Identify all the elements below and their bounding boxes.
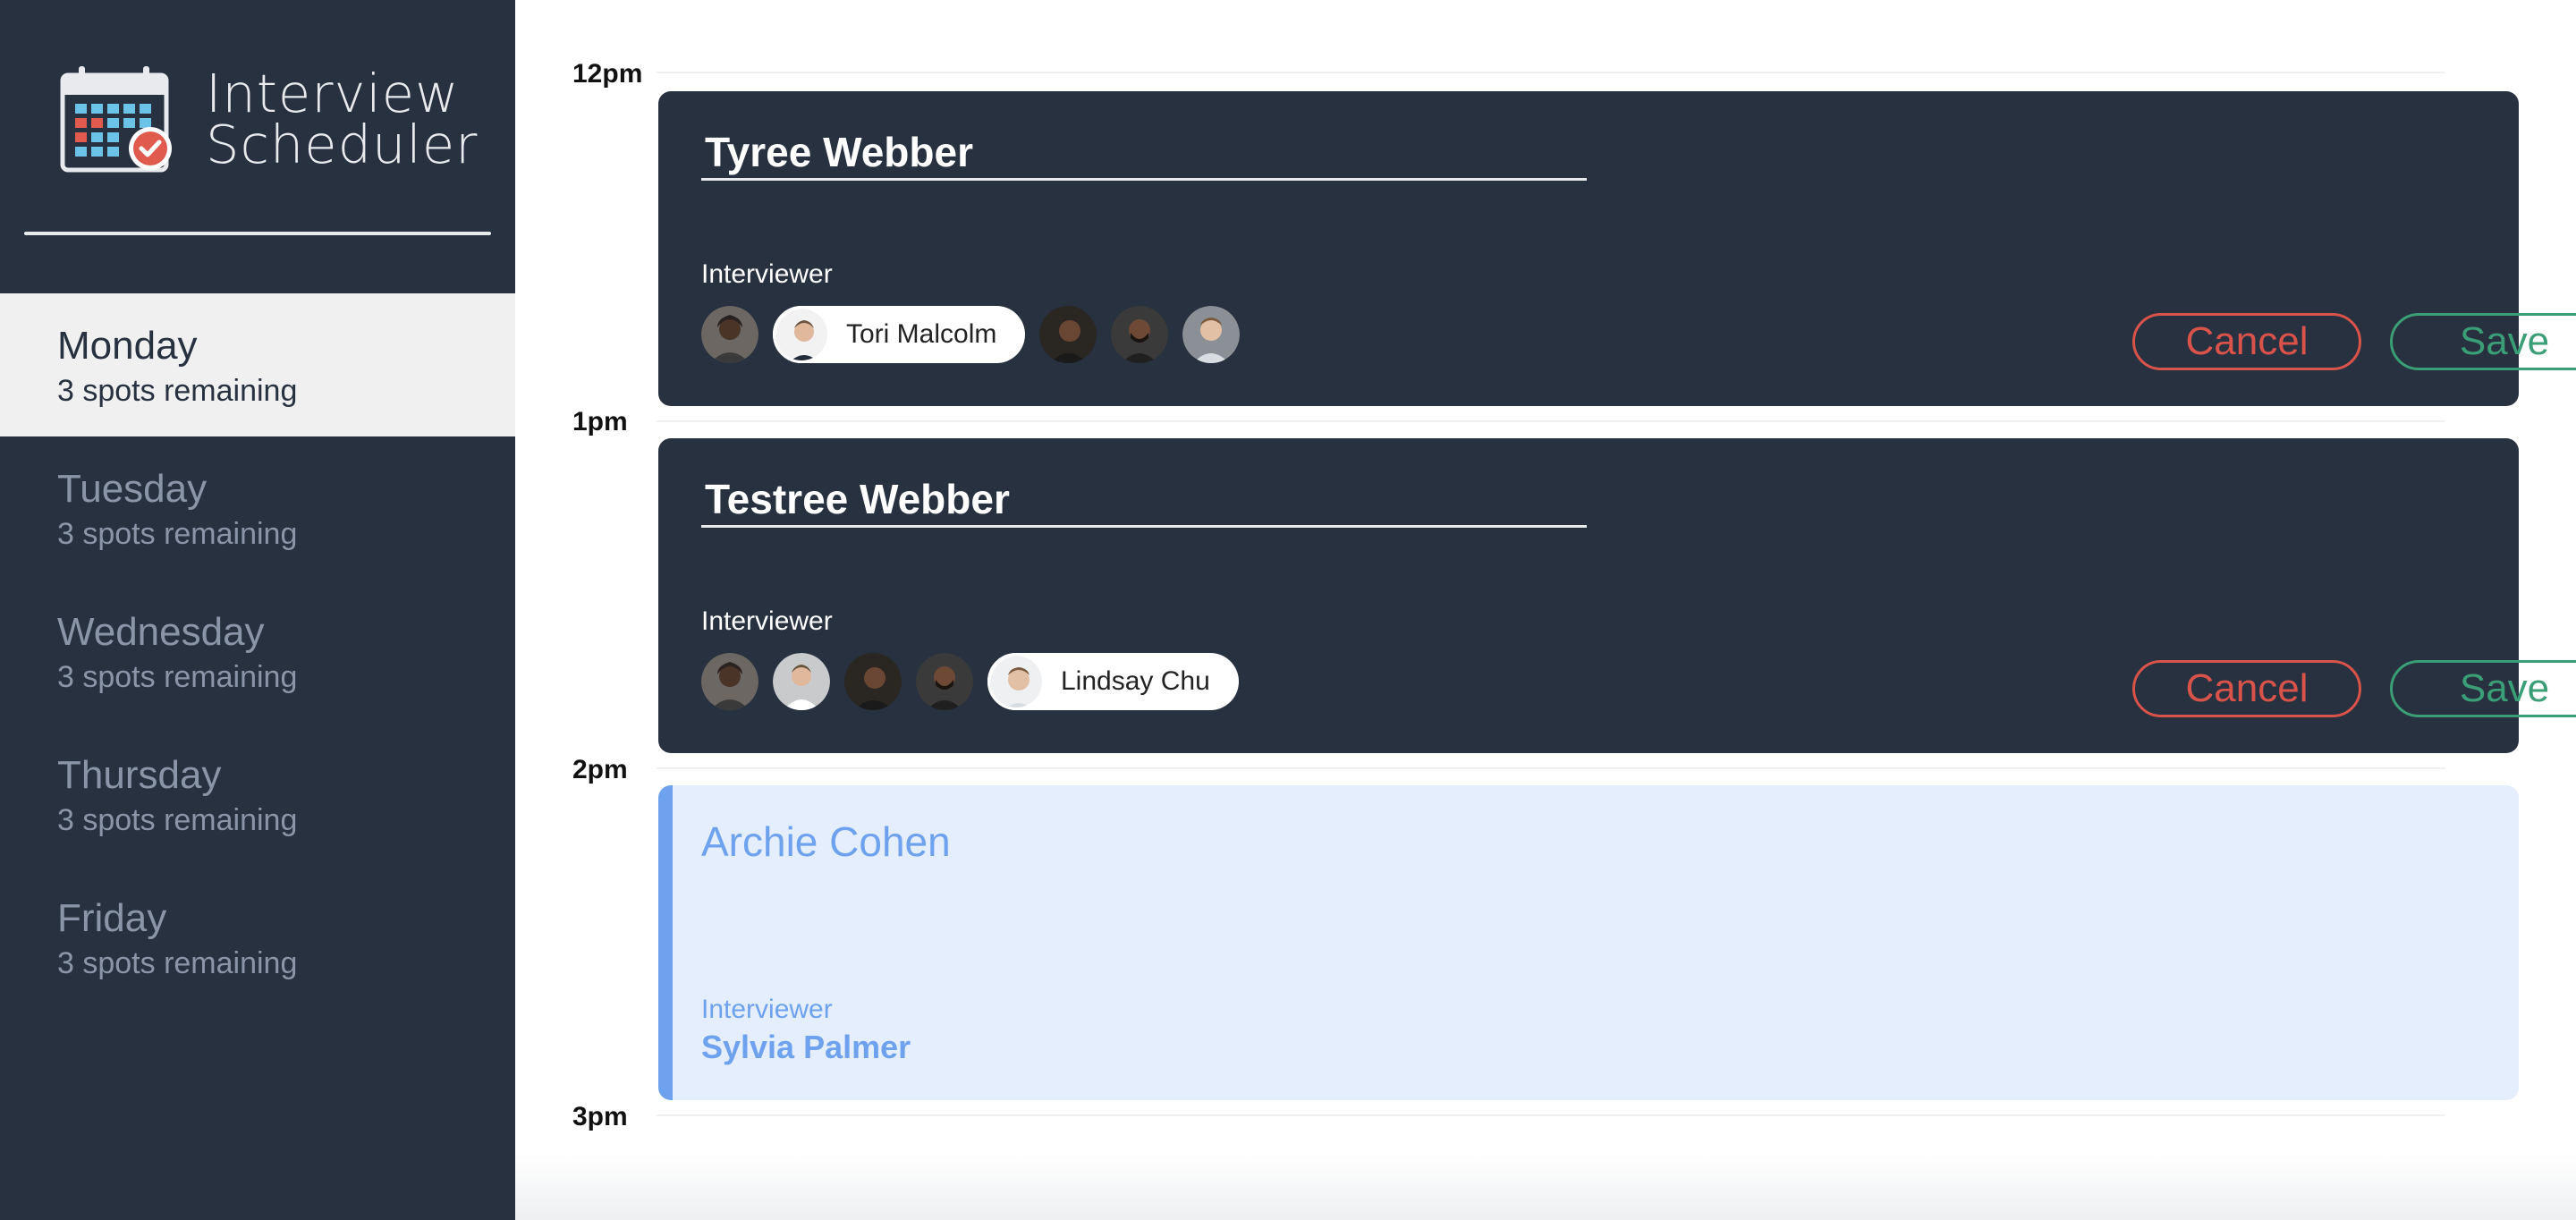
brand: Interview Scheduler <box>59 64 478 174</box>
interviewer-avatar[interactable] <box>916 653 973 710</box>
appointment-form-1: Interviewer Tori Malcolm Cancel Save <box>658 91 2576 406</box>
interviewer-label: Interviewer <box>701 995 833 1024</box>
interviewer-avatar <box>773 306 830 363</box>
booked-appointment[interactable]: Archie Cohen Interviewer Sylvia Palmer <box>658 785 2519 1100</box>
selected-interviewer[interactable]: Tori Malcolm <box>773 306 1026 363</box>
interviewer-list: Lindsay Chu <box>701 653 1253 710</box>
time-label-3pm: 3pm <box>572 1102 628 1131</box>
day-item-wednesday[interactable]: Wednesday 3 spots remaining <box>0 580 515 723</box>
hour-divider <box>657 420 2445 422</box>
day-spots: 3 spots remaining <box>57 517 298 551</box>
interviewer-list: Tori Malcolm <box>701 306 1254 363</box>
interviewer-avatar[interactable] <box>773 653 830 710</box>
save-button[interactable]: Save <box>2390 660 2576 717</box>
time-label-12pm: 12pm <box>572 59 643 89</box>
sidebar-divider <box>24 232 491 235</box>
student-name-input[interactable] <box>701 129 1587 181</box>
time-label-2pm: 2pm <box>572 755 628 784</box>
app-title-line1: Interview <box>206 63 460 124</box>
interviewer-avatar[interactable] <box>1111 306 1169 363</box>
interviewer-avatar <box>987 653 1045 710</box>
day-name: Monday <box>57 324 198 368</box>
day-name: Tuesday <box>57 467 208 511</box>
day-item-friday[interactable]: Friday 3 spots remaining <box>0 866 515 1009</box>
save-button[interactable]: Save <box>2390 313 2576 370</box>
student-name-input[interactable] <box>701 476 1587 528</box>
day-spots: 3 spots remaining <box>57 946 298 980</box>
hour-divider <box>657 1114 2445 1116</box>
cancel-button[interactable]: Cancel <box>2132 660 2361 717</box>
day-name: Wednesday <box>57 610 265 654</box>
time-label-1pm: 1pm <box>572 407 628 436</box>
calendar-check-icon <box>60 66 172 173</box>
interviewer-label: Interviewer <box>701 606 833 636</box>
student-name: Archie Cohen <box>701 818 951 865</box>
interviewer-avatar[interactable] <box>844 653 902 710</box>
selected-interviewer-name: Lindsay Chu <box>1061 666 1210 696</box>
cancel-button[interactable]: Cancel <box>2132 313 2361 370</box>
interviewer-avatar[interactable] <box>1039 306 1097 363</box>
app-title: Interview Scheduler <box>206 63 479 175</box>
selected-interviewer[interactable]: Lindsay Chu <box>987 653 1239 710</box>
appointment-form-2: Interviewer Lindsay Chu Cancel Save <box>658 438 2576 753</box>
day-name: Friday <box>57 896 167 940</box>
interviewer-avatar[interactable] <box>701 306 758 363</box>
day-spots: 3 spots remaining <box>57 803 298 837</box>
day-name: Thursday <box>57 753 222 797</box>
hour-divider <box>657 72 2445 73</box>
selected-interviewer-name: Tori Malcolm <box>846 319 997 349</box>
day-spots: 3 spots remaining <box>57 374 298 408</box>
day-spots: 3 spots remaining <box>57 660 298 694</box>
day-item-thursday[interactable]: Thursday 3 spots remaining <box>0 723 515 866</box>
scroll-shadow <box>515 1154 2576 1220</box>
day-list: Monday 3 spots remaining Tuesday 3 spots… <box>0 293 515 1009</box>
app-title-line2: Scheduler <box>206 114 479 175</box>
interviewer-label: Interviewer <box>701 259 833 289</box>
hour-divider <box>657 767 2445 769</box>
interviewer-name: Sylvia Palmer <box>701 1029 911 1065</box>
day-item-tuesday[interactable]: Tuesday 3 spots remaining <box>0 436 515 580</box>
interviewer-avatar[interactable] <box>1182 306 1241 363</box>
day-item-monday[interactable]: Monday 3 spots remaining <box>0 293 515 436</box>
sidebar: Interview Scheduler Monday 3 spots remai… <box>0 0 515 1220</box>
interviewer-avatar[interactable] <box>701 653 758 710</box>
schedule: 12pm Interviewer Tori Malcolm <box>515 0 2576 1220</box>
